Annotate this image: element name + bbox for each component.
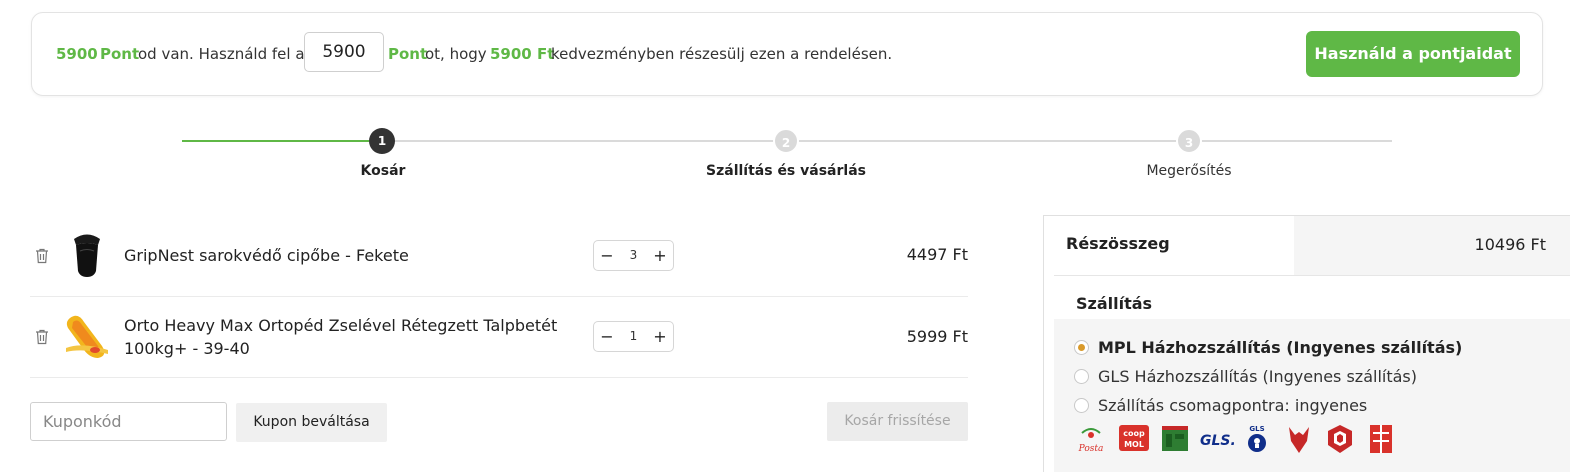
fox-logo: [1289, 427, 1309, 453]
posta-logo: Posta: [1078, 428, 1103, 454]
points-text-have: od van. Használd fel a: [138, 45, 305, 63]
points-input[interactable]: [304, 32, 384, 72]
coupon-input[interactable]: [30, 402, 227, 441]
subtotal-label: Részösszeg: [1066, 234, 1170, 253]
quantity-stepper: − 3 +: [593, 240, 674, 271]
radio[interactable]: [1074, 398, 1089, 413]
step-1-label: Kosár: [360, 163, 406, 179]
step-1-circle: 1: [369, 128, 395, 154]
points-text-so: ot, hogy: [425, 45, 487, 63]
quantity-stepper: − 1 +: [593, 321, 674, 352]
qty-minus-button[interactable]: −: [594, 241, 620, 270]
product-name[interactable]: GripNest sarokvédő cipőbe - Fekete: [124, 244, 409, 267]
insole-image[interactable]: [62, 312, 112, 362]
points-banner: 5900 Pont od van. Használd fel a Pont ot…: [31, 12, 1543, 96]
trash-icon[interactable]: [35, 248, 49, 264]
gls-logo-text: GLS.: [1200, 433, 1234, 449]
shipping-option-label[interactable]: GLS Házhozszállítás (Ingyenes szállítás): [1098, 366, 1417, 387]
product-price: 5999 Ft: [906, 327, 968, 346]
stepper-track-line: [394, 140, 1392, 142]
step-2-circle: 2: [773, 128, 799, 154]
qty-plus-button[interactable]: +: [647, 241, 673, 270]
step-2-label: Szállítás és vásárlás: [706, 163, 866, 179]
apply-coupon-button[interactable]: Kupon beváltása: [236, 403, 387, 442]
shoe-heel-insert-image[interactable]: [62, 231, 112, 281]
shipping-options: MPL Házhozszállítás (Ingyenes szállítás)…: [1054, 319, 1570, 472]
gls-pin-logo: GLS: [1248, 425, 1266, 452]
shipping-header: Szállítás: [1054, 275, 1570, 319]
points-discount: 5900 Ft: [490, 45, 555, 63]
radio[interactable]: [1074, 369, 1089, 384]
box-logo: [1328, 425, 1352, 453]
qty-value[interactable]: 3: [620, 241, 647, 270]
product-name-line1[interactable]: Orto Heavy Max Ortopéd Zselével Rétegzet…: [124, 314, 557, 337]
points-amount: 5900: [56, 45, 98, 63]
stepper-progress-line: [182, 140, 369, 142]
qty-plus-button[interactable]: +: [647, 322, 673, 351]
gls-pin-logo-text: GLS: [1249, 425, 1264, 433]
carrier-logos: Posta coop MOL GLS. GLS: [1078, 423, 1408, 457]
cart-item: Orto Heavy Max Ortopéd Zselével Rétegzet…: [30, 297, 968, 377]
cart-item: GripNest sarokvédő cipőbe - Fekete − 3 +…: [30, 215, 968, 296]
shipping-title: Szállítás: [1076, 294, 1153, 313]
update-cart-button[interactable]: Kosár frissítése: [827, 402, 968, 441]
coop-mol-logo: coop MOL: [1119, 425, 1149, 451]
qty-value[interactable]: 1: [620, 322, 647, 351]
shipping-option-label[interactable]: Szállítás csomagpontra: ingyenes: [1098, 395, 1367, 416]
points-word: Pont: [100, 45, 140, 63]
trash-icon[interactable]: [35, 329, 49, 345]
order-summary: Részösszeg 10496 Ft Szállítás MPL Házhoz…: [1043, 215, 1570, 472]
step-3-circle: 3: [1176, 128, 1202, 154]
mol-logo-text: MOL: [1124, 440, 1144, 449]
posta-logo-text: Posta: [1078, 444, 1103, 454]
shipping-option-label[interactable]: MPL Házhozszállítás (Ingyenes szállítás): [1098, 337, 1462, 358]
step-3-label: Megerősítés: [1146, 163, 1232, 179]
gls-logo: GLS.: [1200, 433, 1234, 449]
parcel-locker-logo: [1162, 426, 1188, 451]
product-name-line2[interactable]: 100kg+ - 39-40: [124, 337, 250, 360]
radio-selected[interactable]: [1074, 340, 1089, 355]
use-points-button[interactable]: Használd a pontjaidat: [1306, 31, 1520, 77]
qty-minus-button[interactable]: −: [594, 322, 620, 351]
row-divider: [30, 377, 968, 378]
subtotal-value-cell: 10496 Ft: [1294, 216, 1570, 275]
points-word-2: Pont: [388, 45, 428, 63]
points-text-rest: kedvezményben részesülj ezen a rendelése…: [551, 45, 893, 63]
product-price: 4497 Ft: [906, 245, 968, 264]
packeta-logo: [1370, 425, 1392, 453]
subtotal-value: 10496 Ft: [1474, 235, 1546, 254]
coop-logo-text: coop: [1123, 429, 1145, 438]
subtotal-label-cell: Részösszeg: [1044, 216, 1294, 275]
